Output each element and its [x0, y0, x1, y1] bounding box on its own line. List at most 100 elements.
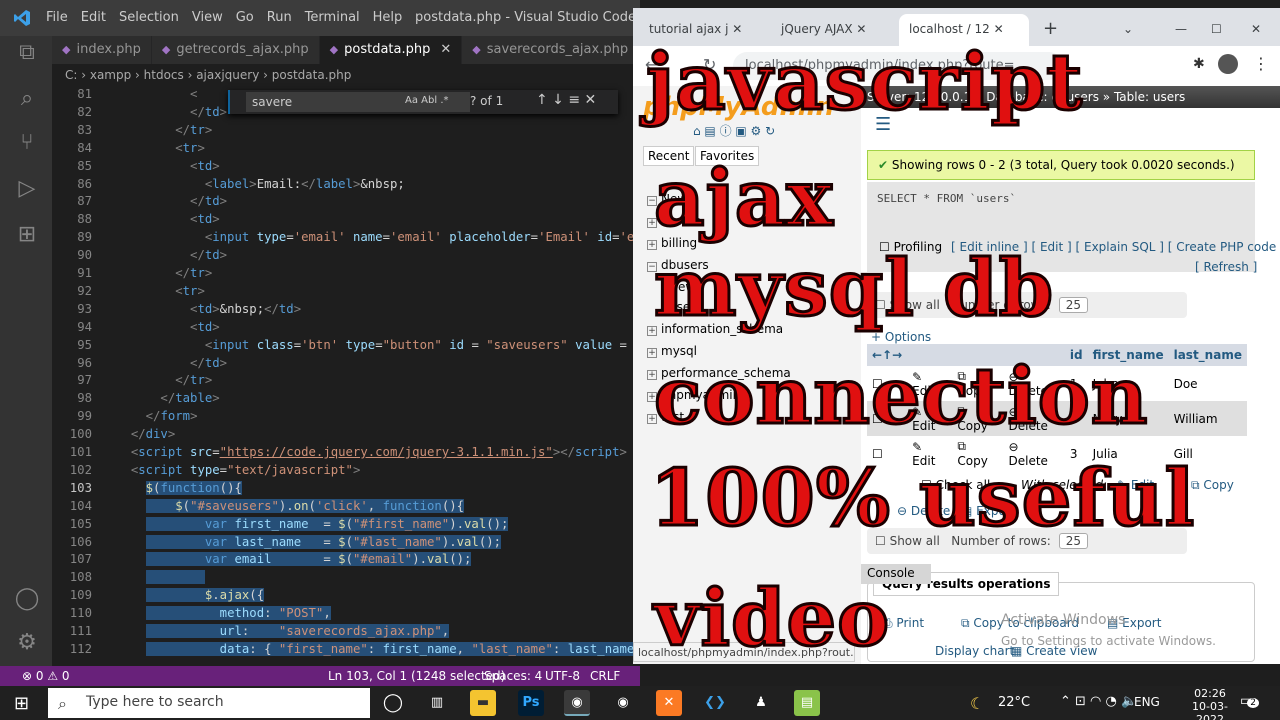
line-code[interactable]: </tr>: [116, 266, 212, 280]
line-code[interactable]: <td>: [116, 212, 220, 226]
indent-setting[interactable]: Spaces: 4: [484, 669, 542, 683]
line-code[interactable]: method: "POST",: [116, 606, 331, 621]
whole-word-toggle[interactable]: Abl: [421, 95, 437, 106]
code-line[interactable]: 89 <input type='email' name='email' plac…: [52, 230, 640, 248]
input-language[interactable]: ENG: [1134, 695, 1160, 709]
line-code[interactable]: <input class='btn' type="button" id = "s…: [116, 338, 627, 352]
line-code[interactable]: </form>: [116, 409, 198, 423]
code-line[interactable]: 90 </td>: [52, 248, 640, 266]
photoshop-icon[interactable]: Ps: [518, 690, 544, 716]
code-line[interactable]: 105 var first_name = $("#first_name").va…: [52, 516, 640, 535]
clock[interactable]: 02:26 10-03-2022: [1180, 687, 1240, 720]
app-icon[interactable]: ♟: [748, 690, 774, 716]
code-line[interactable]: 103 $(function(){: [52, 480, 640, 499]
code-line[interactable]: 110 method: "POST",: [52, 606, 640, 624]
line-code[interactable]: </td>: [116, 356, 227, 370]
line-code[interactable]: <script src="https://code.jquery.com/jqu…: [116, 445, 627, 459]
line-code[interactable]: </table>: [116, 391, 219, 405]
code-editor[interactable]: 81 <82 </td> 83 </tr> 84 <tr> 85 <td> 86 <la…: [52, 86, 640, 666]
system-tray-icons[interactable]: ⌃ ⊡ ◠ ◔ 🔈: [1060, 694, 1137, 709]
cursor-position[interactable]: Ln 103, Col 1 (1248 selected): [328, 669, 505, 683]
code-line[interactable]: 92 <tr>: [52, 284, 640, 302]
num-rows-select[interactable]: 25: [1058, 297, 1089, 313]
cell-last-name[interactable]: Doe: [1168, 366, 1247, 401]
line-code[interactable]: <label>Email:</label>&nbsp;: [116, 177, 405, 191]
code-line[interactable]: 99 </form>: [52, 409, 640, 427]
chrome-2-icon[interactable]: ◉: [610, 690, 636, 716]
extensions-icon[interactable]: ⊞: [14, 222, 40, 248]
regex-toggle[interactable]: .*: [440, 95, 448, 106]
eol[interactable]: CRLF: [590, 669, 620, 683]
taskbar-search-input[interactable]: Type here to search: [48, 688, 370, 718]
code-line[interactable]: 95 <input class='btn' type="button" id =…: [52, 338, 640, 356]
line-code[interactable]: var last_name = $("#last_name").val();: [116, 534, 502, 549]
find-buttons[interactable]: ↑ ↓ ≡ ✕: [536, 92, 596, 108]
line-code[interactable]: </tr>: [116, 373, 212, 387]
account-icon[interactable]: ◯: [14, 586, 40, 612]
with-selected-copy[interactable]: ⧉ Copy: [1191, 478, 1234, 493]
code-line[interactable]: 101 <script src="https://code.jquery.com…: [52, 445, 640, 463]
refresh-link[interactable]: [ Refresh ]: [1195, 260, 1257, 274]
profile-avatar[interactable]: [1218, 54, 1238, 74]
vscode-taskbar-icon[interactable]: ❮❯: [702, 690, 728, 716]
temperature[interactable]: 22°C: [998, 695, 1030, 710]
search-icon[interactable]: ⌕: [14, 86, 40, 112]
line-code[interactable]: </td>: [116, 248, 227, 262]
cell-last-name[interactable]: William: [1168, 401, 1247, 436]
code-line[interactable]: 100 </div>: [52, 427, 640, 445]
code-line[interactable]: 102 <script type="text/javascript">: [52, 463, 640, 481]
code-line[interactable]: 96 </td>: [52, 356, 640, 374]
menu-go[interactable]: Go: [236, 10, 254, 25]
line-code[interactable]: <script type="text/javascript">: [116, 463, 361, 477]
line-code[interactable]: <input type='email' name='email' placeho…: [116, 230, 634, 244]
close-window-icon[interactable]: ✕: [1241, 14, 1271, 46]
line-code[interactable]: $.ajax({: [116, 588, 265, 603]
line-code[interactable]: <td>&nbsp;</td>: [116, 302, 301, 316]
code-line[interactable]: 112 data: { "first_name": first_name, "l…: [52, 641, 640, 660]
settings-gear-icon[interactable]: ⚙: [14, 630, 40, 656]
code-line[interactable]: 85 <td>: [52, 159, 640, 177]
tab-saverecords-ajax-php[interactable]: ◆ saverecords_ajax.php: [462, 36, 640, 64]
chrome-icon[interactable]: ◉: [564, 690, 590, 716]
code-line[interactable]: 104 $("#saveusers").on('click', function…: [52, 498, 640, 517]
browser-menu-icon[interactable]: ⋮: [1253, 54, 1269, 73]
widgets-icon[interactable]: ▥: [424, 690, 450, 716]
menu-view[interactable]: View: [192, 10, 223, 25]
encoding[interactable]: UTF-8: [545, 669, 580, 683]
close-tab-icon[interactable]: ✕: [440, 42, 451, 57]
code-line[interactable]: 88 <td>: [52, 212, 640, 230]
line-code[interactable]: <td>: [116, 159, 220, 173]
problems-indicator[interactable]: ⊗ 0 ⚠ 0: [22, 669, 70, 683]
line-code[interactable]: <tr>: [116, 284, 205, 298]
line-code[interactable]: </td>: [116, 194, 227, 208]
menu-selection[interactable]: Selection: [119, 10, 179, 25]
line-code[interactable]: <td>: [116, 320, 220, 334]
menu-terminal[interactable]: Terminal: [305, 10, 360, 25]
extensions-puzzle-icon[interactable]: ✱: [1193, 56, 1205, 72]
line-code[interactable]: </td>: [116, 105, 227, 119]
code-line[interactable]: 107 var email = $("#email").val();: [52, 552, 640, 570]
code-line[interactable]: 106 var last_name = $("#last_name").val(…: [52, 534, 640, 553]
menu-file[interactable]: File: [46, 10, 68, 25]
code-line[interactable]: 86 <label>Email:</label>&nbsp;: [52, 177, 640, 195]
menu-edit[interactable]: Edit: [81, 10, 106, 25]
line-code[interactable]: var email = $("#email").val();: [116, 552, 472, 567]
code-line[interactable]: 83 </tr>: [52, 123, 640, 141]
tab-search-icon[interactable]: ⌄: [1113, 14, 1143, 46]
code-line[interactable]: 111 url: "saverecords_ajax.php",: [52, 624, 640, 642]
weather-icon[interactable]: ☾: [970, 694, 984, 713]
line-code[interactable]: <tr>: [116, 141, 205, 155]
start-windows-icon[interactable]: ⊞: [14, 693, 29, 714]
file-explorer-icon[interactable]: ▬: [470, 690, 496, 716]
match-case-toggle[interactable]: Aa: [405, 95, 418, 106]
line-code[interactable]: </tr>: [116, 123, 212, 137]
explorer-icon[interactable]: ⧉: [14, 40, 40, 66]
line-code[interactable]: [116, 570, 205, 585]
tab-getrecords-ajax-php[interactable]: ◆ getrecords_ajax.php: [151, 36, 320, 64]
menu-help[interactable]: Help: [373, 10, 403, 25]
code-line[interactable]: 98 </table>: [52, 391, 640, 409]
line-code[interactable]: var first_name = $("#first_name").val();: [116, 516, 509, 531]
xampp-icon[interactable]: ✕: [656, 690, 682, 716]
line-code[interactable]: $("#saveusers").on('click', function(){: [116, 498, 465, 513]
code-line[interactable]: 91 </tr>: [52, 266, 640, 284]
